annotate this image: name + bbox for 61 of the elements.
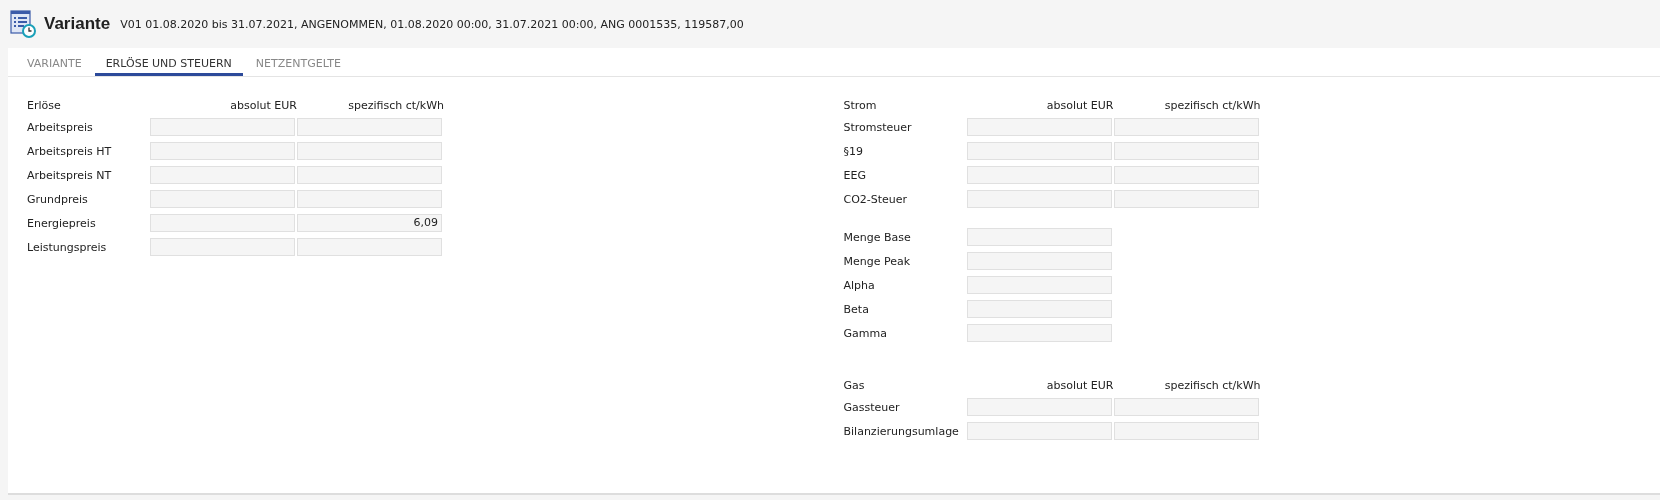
field-label: Grundpreis: [27, 192, 89, 206]
input-field[interactable]: [150, 166, 295, 184]
tab[interactable]: NETZENTGELTE: [244, 48, 352, 76]
field-label: Stromsteuer: [843, 120, 913, 134]
group-title: Gas: [843, 378, 866, 392]
input-field[interactable]: [150, 190, 295, 208]
group-title: Strom: [843, 98, 878, 112]
field-label: CO2-Steuer: [843, 192, 909, 206]
input-field[interactable]: [1113, 422, 1259, 440]
input-field[interactable]: [966, 398, 1112, 416]
input-field[interactable]: [1113, 166, 1259, 184]
field-label: Menge Base: [843, 230, 912, 244]
group-title: Erlöse: [27, 98, 62, 112]
field-label: Menge Peak: [843, 254, 912, 268]
field-label: Bilanzierungsumlage: [843, 424, 960, 438]
input-field[interactable]: [297, 142, 442, 160]
field-label: Energiepreis: [27, 216, 97, 230]
input-field[interactable]: [966, 118, 1112, 136]
column-header: absolut EUR: [229, 98, 297, 112]
field-label: Arbeitspreis HT: [27, 144, 113, 158]
input-field[interactable]: [297, 190, 442, 208]
input-field[interactable]: [150, 238, 295, 256]
field-label: Alpha: [843, 278, 876, 292]
field-label: Leistungspreis: [27, 240, 108, 254]
field-label: Gamma: [843, 326, 888, 340]
input-field[interactable]: [150, 214, 295, 232]
input-field[interactable]: [966, 166, 1112, 184]
input-field[interactable]: 6,09: [297, 214, 442, 232]
input-field[interactable]: [966, 300, 1112, 318]
page-title: Variante: [44, 14, 111, 34]
input-field[interactable]: [297, 238, 442, 256]
input-field[interactable]: [966, 228, 1112, 246]
column-header: absolut EUR: [1045, 378, 1114, 392]
input-field[interactable]: [1113, 190, 1259, 208]
input-field[interactable]: [966, 142, 1112, 160]
column-header: spezifisch ct/kWh: [1163, 98, 1261, 112]
input-field[interactable]: [966, 324, 1112, 342]
input-field[interactable]: [966, 252, 1112, 270]
input-field[interactable]: [297, 166, 442, 184]
column-header: spezifisch ct/kWh: [1163, 378, 1261, 392]
field-label: EEG: [843, 168, 867, 182]
input-field[interactable]: [966, 276, 1112, 294]
tab[interactable]: ERLÖSE UND STEUERN: [94, 48, 243, 76]
field-label: Arbeitspreis: [27, 120, 94, 134]
input-field[interactable]: [1113, 142, 1259, 160]
column-header: spezifisch ct/kWh: [347, 98, 444, 112]
input-field[interactable]: [1113, 398, 1259, 416]
tab[interactable]: VARIANTE: [16, 48, 93, 76]
input-field[interactable]: [150, 142, 295, 160]
column-header: absolut EUR: [1045, 98, 1114, 112]
field-label: §19: [843, 144, 864, 158]
calendar-list-icon: [10, 10, 36, 38]
page-subtitle: V01 01.08.2020 bis 31.07.2021, ANGENOMMEN, 01.08.2020 00:00, 31.07.2021 00:00, ANG 0001535, 119587,00: [120, 17, 744, 31]
input-field[interactable]: [966, 190, 1112, 208]
input-field[interactable]: [966, 422, 1112, 440]
field-label: Beta: [843, 302, 870, 316]
field-label: Arbeitspreis NT: [27, 168, 113, 182]
field-label: Gassteuer: [843, 400, 901, 414]
input-field[interactable]: [297, 118, 442, 136]
input-field[interactable]: [150, 118, 295, 136]
input-field[interactable]: [1113, 118, 1259, 136]
